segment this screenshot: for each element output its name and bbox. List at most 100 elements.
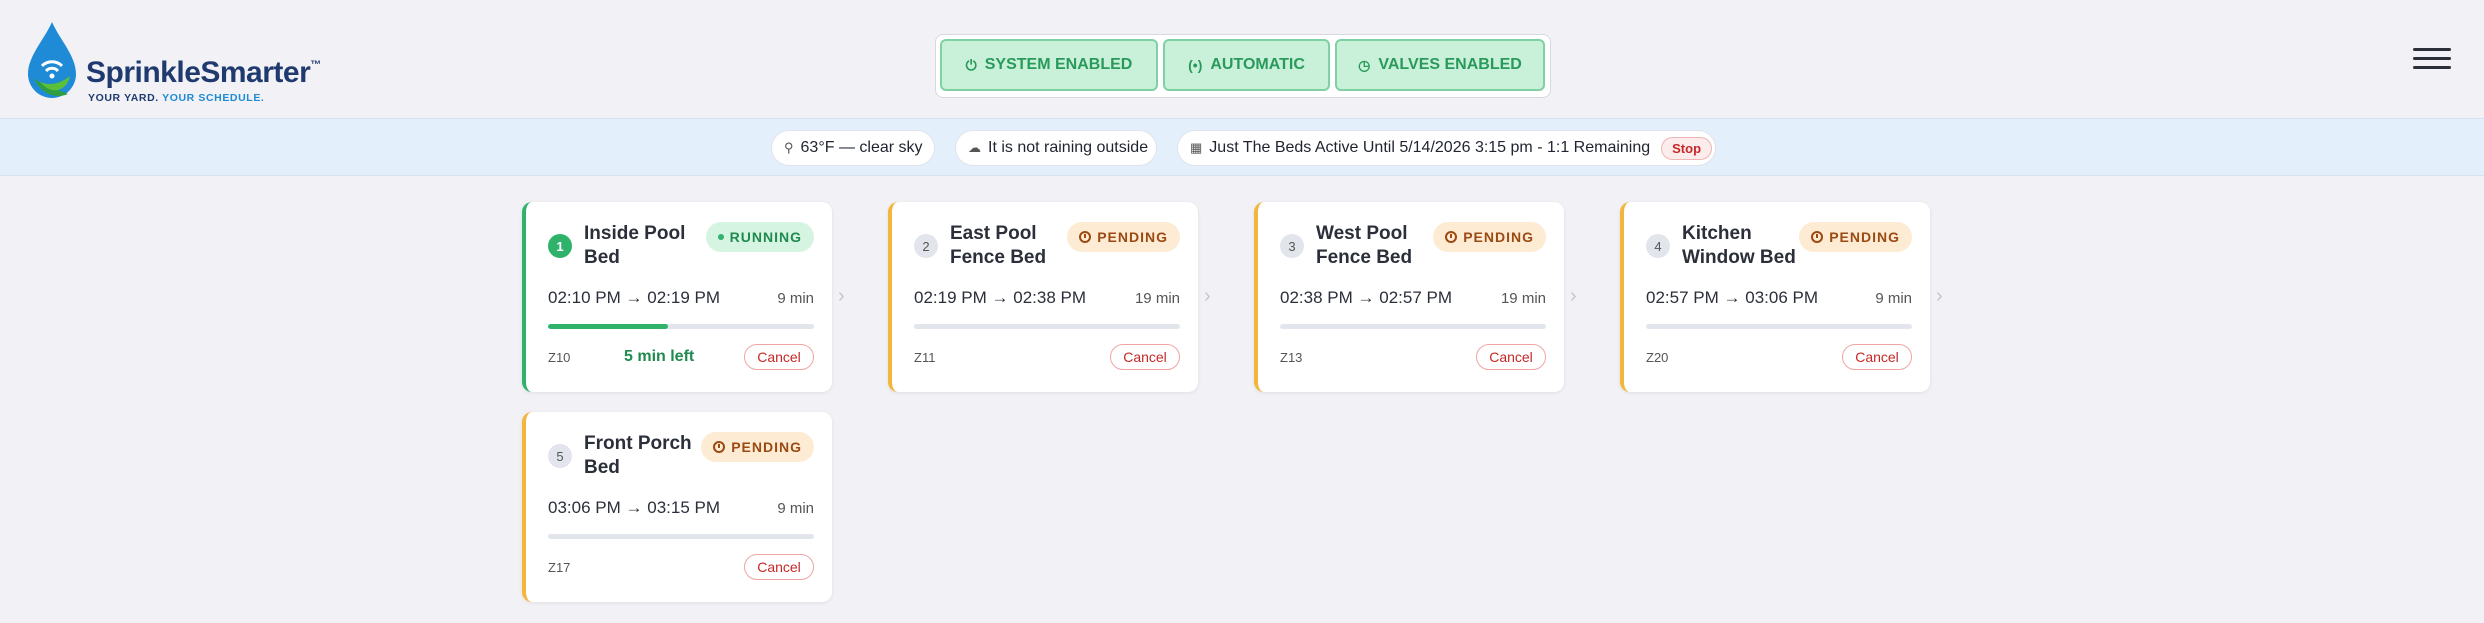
progress-bar xyxy=(1280,324,1546,329)
zone-order-number: 4 xyxy=(1646,234,1670,258)
arrow-right-icon: → xyxy=(991,288,1009,307)
zone-id: Z10 xyxy=(548,350,571,365)
cloud-rain-icon: ☁ xyxy=(968,140,981,155)
status-badge: PENDING xyxy=(1433,222,1546,252)
auto-icon: (•) xyxy=(1188,57,1203,73)
zone-name: Inside Pool Bed xyxy=(584,223,686,268)
hamburger-menu-icon[interactable] xyxy=(2413,44,2451,72)
start-time: 02:10 PM xyxy=(548,288,621,307)
power-icon: ⏻ xyxy=(965,56,977,73)
progress-bar xyxy=(548,534,814,539)
arrow-right-icon: → xyxy=(625,288,643,307)
automatic-button[interactable]: (•) AUTOMATIC xyxy=(1163,39,1330,91)
duration: 19 min xyxy=(1500,290,1546,307)
start-time: 03:06 PM xyxy=(548,498,621,517)
valves-enabled-button[interactable]: ◷ VALVES ENABLED xyxy=(1335,39,1545,91)
status-badge: RUNNING xyxy=(705,222,814,252)
duration: 9 min xyxy=(777,290,814,307)
automatic-label: AUTOMATIC xyxy=(1210,56,1305,73)
status-label: PENDING xyxy=(731,439,802,455)
app-header: SprinkleSmarter™ YOUR YARD. YOUR SCHEDUL… xyxy=(0,8,2484,118)
zone-id: Z20 xyxy=(1646,350,1669,365)
rain-pill: ☁ It is not raining outside xyxy=(955,130,1157,166)
cancel-button[interactable]: Cancel xyxy=(1476,344,1546,370)
status-label: PENDING xyxy=(1463,229,1534,245)
progress-fill xyxy=(548,324,668,329)
start-time: 02:19 PM xyxy=(914,288,987,307)
clock-icon xyxy=(1445,231,1458,243)
tagline-part1: YOUR YARD. xyxy=(88,92,159,104)
info-bar: ⚲ 63°F — clear sky ☁ It is not raining o… xyxy=(0,118,2484,176)
cancel-button[interactable]: Cancel xyxy=(744,344,814,370)
time-remaining: 5 min left xyxy=(624,348,695,365)
duration: 9 min xyxy=(1875,290,1912,307)
zone-id: Z17 xyxy=(548,560,571,575)
status-badge: PENDING xyxy=(701,432,814,462)
next-arrow-icon: › xyxy=(1204,285,1211,307)
clock-icon xyxy=(1811,231,1824,243)
weather-text: 63°F — clear sky xyxy=(800,139,923,156)
status-badge: PENDING xyxy=(1799,222,1912,252)
zone-order-number: 1 xyxy=(548,234,572,258)
valves-enabled-label: VALVES ENABLED xyxy=(1378,56,1522,73)
duration: 9 min xyxy=(777,500,814,517)
zone-card: 5 Front Porch Bed PENDING 03:06 PM → 03:15 … xyxy=(522,412,832,602)
end-time: 02:38 PM xyxy=(1013,288,1086,307)
status-label: RUNNING xyxy=(729,229,802,245)
zone-card: 4 Kitchen Window Bed PENDING 02:57 PM → 03:… xyxy=(1620,202,1930,392)
progress-bar xyxy=(914,324,1180,329)
system-enabled-label: SYSTEM ENABLED xyxy=(984,56,1133,73)
system-status-group: ⏻ SYSTEM ENABLED (•) AUTOMATIC ◷ VALVES … xyxy=(935,34,1551,98)
zone-order-number: 2 xyxy=(914,234,938,258)
running-dot-icon xyxy=(717,234,724,240)
zone-card: 3 West Pool Fence Bed PENDING 02:38 PM → 02… xyxy=(1254,202,1564,392)
zone-order-number: 3 xyxy=(1280,234,1304,258)
zone-id: Z13 xyxy=(1280,350,1303,365)
trademark: ™ xyxy=(310,59,321,71)
next-arrow-icon: › xyxy=(1570,285,1577,307)
tagline: YOUR YARD. YOUR SCHEDULE. xyxy=(88,92,264,104)
time-range: 02:38 PM → 02:57 PM xyxy=(1280,288,1452,308)
clock-icon xyxy=(1079,231,1092,243)
zone-card: 1 Inside Pool Bed RUNNING 02:10 PM → 02:19 … xyxy=(522,202,832,392)
status-label: PENDING xyxy=(1829,229,1900,245)
status-badge: PENDING xyxy=(1067,222,1180,252)
time-range: 03:06 PM → 03:15 PM xyxy=(548,498,720,518)
duration: 19 min xyxy=(1134,290,1180,307)
status-label: PENDING xyxy=(1097,229,1168,245)
arrow-right-icon: → xyxy=(1723,288,1741,307)
arrow-right-icon: → xyxy=(625,498,643,517)
end-time: 03:06 PM xyxy=(1745,288,1818,307)
next-arrow-icon: › xyxy=(1936,285,1943,307)
system-enabled-button[interactable]: ⏻ SYSTEM ENABLED xyxy=(940,39,1158,91)
cancel-button[interactable]: Cancel xyxy=(744,554,814,580)
clock-icon: ◷ xyxy=(1358,56,1371,73)
next-arrow-icon: › xyxy=(838,285,845,307)
time-range: 02:10 PM → 02:19 PM xyxy=(548,288,720,308)
active-schedule-text: Just The Beds Active Until 5/14/2026 3:1… xyxy=(1209,139,1651,156)
location-pin-icon: ⚲ xyxy=(784,140,794,155)
calendar-icon: ▦ xyxy=(1190,140,1203,155)
clock-icon xyxy=(713,441,726,453)
progress-bar xyxy=(548,324,814,329)
rain-text: It is not raining outside xyxy=(988,139,1149,156)
progress-bar xyxy=(1646,324,1912,329)
end-time: 02:57 PM xyxy=(1379,288,1452,307)
start-time: 02:57 PM xyxy=(1646,288,1719,307)
cancel-button[interactable]: Cancel xyxy=(1110,344,1180,370)
tagline-part2: YOUR SCHEDULE. xyxy=(162,92,265,104)
end-time: 03:15 PM xyxy=(647,498,720,517)
arrow-right-icon: → xyxy=(1357,288,1375,307)
water-drop-logo-icon xyxy=(28,22,76,98)
zone-id: Z11 xyxy=(914,350,936,365)
start-time: 02:38 PM xyxy=(1280,288,1353,307)
weather-pill: ⚲ 63°F — clear sky xyxy=(771,130,935,166)
cancel-button[interactable]: Cancel xyxy=(1842,344,1912,370)
sprinklesmarter-logo[interactable]: SprinkleSmarter™ YOUR YARD. YOUR SCHEDUL… xyxy=(24,20,344,110)
active-schedule-pill: ▦ Just The Beds Active Until 5/14/2026 3… xyxy=(1177,130,1716,166)
stop-button[interactable]: Stop xyxy=(1661,136,1713,160)
zone-order-number: 5 xyxy=(548,444,572,468)
time-range: 02:19 PM → 02:38 PM xyxy=(914,288,1086,308)
brand-name: SprinkleSmarter xyxy=(86,56,311,89)
end-time: 02:19 PM xyxy=(647,288,720,307)
